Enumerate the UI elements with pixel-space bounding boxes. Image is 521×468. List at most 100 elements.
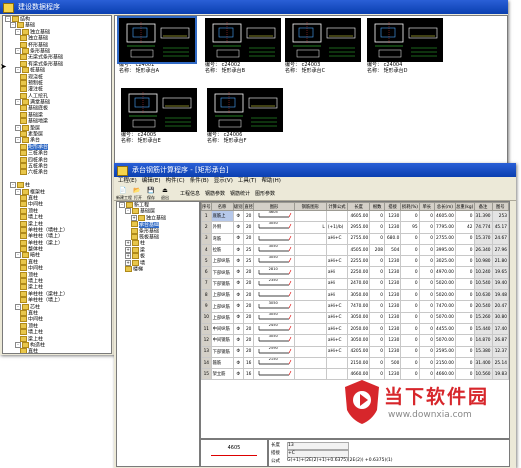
table-cell[interactable]: 8 bbox=[201, 289, 212, 302]
table-cell[interactable]: 0 bbox=[418, 277, 435, 291]
table-cell[interactable]: 0 bbox=[400, 300, 420, 313]
expand-icon[interactable]: + bbox=[125, 246, 131, 253]
table-cell[interactable]: 20.47 bbox=[491, 300, 509, 313]
table-row[interactable]: 8 上部纵筋 Φ 20 aHi 3050.00 0 1230 0 0 5020.00 0 10.630 1… bbox=[201, 289, 509, 302]
table-cell[interactable]: 3050.00 bbox=[347, 334, 371, 347]
table-cell[interactable]: 1230 bbox=[383, 289, 402, 302]
table-cell[interactable] bbox=[325, 209, 349, 223]
table-cell[interactable]: aHi+C bbox=[325, 255, 349, 268]
drawing-thumbnail[interactable]: 编号： c24001 名称： 矩形承台A bbox=[117, 16, 197, 74]
table-cell[interactable]: 74.774 bbox=[473, 221, 493, 234]
expand-icon[interactable]: + bbox=[131, 214, 137, 221]
collapse-icon[interactable]: - bbox=[15, 188, 21, 195]
table-row[interactable]: 7 下部钢筋 Φ 20 2350 aHi 2470.00 0 1230 0 0 5020.00 0 10.… bbox=[201, 277, 509, 291]
component-tree[interactable]: - 结构 - 基础 - 独立基础 独立基础 杯形基础 - 条形基础 无梁式条形基础 有梁式条形基础 - 桩… bbox=[2, 15, 112, 354]
expand-icon[interactable]: + bbox=[125, 240, 131, 247]
table-cell[interactable]: 0 bbox=[400, 311, 420, 324]
table-cell[interactable]: 0 bbox=[369, 255, 385, 268]
table-cell[interactable]: 19.65 bbox=[491, 266, 509, 279]
menu-item[interactable]: 构件(C) bbox=[166, 178, 185, 184]
project-tree[interactable]: - 新工程 - 基础层 + 独立基础 承台基础 条形基础 筏板基础 + 柱 + 梁 + 板 + 墙楼梯 bbox=[116, 201, 200, 467]
column-header[interactable]: 总重(kg) bbox=[454, 202, 475, 211]
table-cell[interactable] bbox=[293, 289, 327, 302]
table-cell[interactable]: 25 bbox=[242, 255, 255, 268]
collapse-icon[interactable]: - bbox=[15, 137, 21, 144]
table-cell[interactable]: 2810 bbox=[253, 266, 295, 279]
table-cell[interactable]: 1230 bbox=[383, 334, 402, 347]
table-cell[interactable]: 0 bbox=[369, 300, 385, 313]
table-cell[interactable]: 0 bbox=[454, 255, 475, 268]
table-cell[interactable]: 0 bbox=[418, 334, 435, 347]
drawing-thumbnail-panel[interactable]: 编号： c24001 名称： 矩形承台A 编号： c24002 名称： 矩形承台B 编号… bbox=[114, 15, 508, 167]
table-row[interactable]: 12 中间钢筋 Φ 20 3050 aHi+C 3050.00 0 1230 0 0 5070.00 0… bbox=[201, 334, 509, 347]
drawing-thumbnail[interactable]: 编号： c24003 名称： 矩形承台C bbox=[285, 18, 361, 74]
collapse-icon[interactable]: - bbox=[10, 22, 16, 29]
tab[interactable]: 图形参数 bbox=[255, 191, 275, 197]
table-cell[interactable]: 5070.00 bbox=[433, 311, 456, 324]
table-cell[interactable]: 2755.00 bbox=[347, 232, 371, 245]
table-cell[interactable]: 31.390 bbox=[473, 209, 493, 223]
tree-item[interactable]: 楼梯 bbox=[117, 265, 199, 272]
table-cell[interactable]: 0 bbox=[454, 322, 475, 336]
table-cell[interactable]: 20 bbox=[242, 334, 255, 347]
table-cell[interactable]: 16 bbox=[242, 368, 255, 381]
table-cell[interactable]: 12.37 bbox=[491, 345, 509, 358]
open-icon[interactable]: 📂 bbox=[132, 187, 142, 195]
column-header[interactable]: 长度 bbox=[347, 202, 371, 211]
table-cell[interactable]: 0 bbox=[400, 255, 420, 268]
table-cell[interactable] bbox=[293, 232, 327, 245]
calc-titlebar[interactable]: 承台钢筋计算程序 - [矩形承台] bbox=[114, 163, 516, 177]
table-cell[interactable]: 10.240 bbox=[473, 266, 493, 279]
table-cell[interactable]: 2955.00 bbox=[347, 221, 371, 234]
table-cell[interactable]: 4605.00 bbox=[347, 209, 371, 223]
table-cell[interactable]: 2150.00 bbox=[433, 356, 456, 370]
table-cell[interactable]: (+1)/b( bbox=[325, 221, 349, 234]
table-cell[interactable]: 0 bbox=[454, 300, 475, 313]
table-cell[interactable]: Φ bbox=[232, 232, 244, 245]
table-cell[interactable]: 1230 bbox=[383, 209, 402, 223]
table-cell[interactable]: 0 bbox=[454, 289, 475, 302]
table-cell[interactable]: 0 bbox=[418, 209, 435, 223]
table-cell[interactable] bbox=[253, 232, 295, 245]
table-cell[interactable]: 5020.00 bbox=[433, 289, 456, 302]
table-cell[interactable]: 0 bbox=[369, 209, 385, 223]
table-cell[interactable]: 15.370 bbox=[473, 232, 493, 245]
table-cell[interactable]: 3050 bbox=[253, 255, 295, 268]
table-row[interactable]: 9 上部纵筋 Φ 20 3050 aHi+C 7470.00 0 1230 0 0 7470.00 0 2… bbox=[201, 300, 509, 313]
table-cell[interactable]: 20 bbox=[242, 322, 255, 336]
table-cell[interactable]: 10.540 bbox=[473, 277, 493, 291]
table-cell[interactable]: 下部纵筋 bbox=[210, 266, 234, 279]
column-header[interactable]: 钢筋图形 bbox=[293, 202, 327, 211]
expand-icon[interactable]: + bbox=[125, 259, 131, 266]
table-cell[interactable]: 5070.00 bbox=[433, 334, 456, 347]
table-cell[interactable]: 0 bbox=[400, 289, 420, 302]
table-cell[interactable]: 0 bbox=[454, 277, 475, 291]
table-cell[interactable]: 0 bbox=[369, 221, 385, 234]
table-row[interactable]: 13 下部钢筋 Φ 20 2590 aHi+C 4205.00 0 1230 0 0 2595.00 0… bbox=[201, 345, 509, 358]
column-header[interactable]: 搭接 bbox=[383, 202, 402, 211]
table-cell[interactable]: 箍筋 bbox=[210, 356, 234, 370]
table-row[interactable]: 10 上部纵筋 Φ 20 3050 aHi+C 3050.00 0 1230 0 0 5070.00 0… bbox=[201, 311, 509, 324]
table-cell[interactable]: 20.540 bbox=[473, 300, 493, 313]
table-cell[interactable]: 2350 bbox=[253, 277, 295, 291]
table-cell[interactable]: 下部钢筋 bbox=[210, 277, 234, 291]
table-cell[interactable]: 3 bbox=[201, 232, 212, 245]
table-cell[interactable]: 0 bbox=[454, 209, 475, 223]
table-cell[interactable] bbox=[325, 243, 349, 257]
table-cell[interactable]: 17.40 bbox=[491, 322, 509, 336]
info-value-1[interactable]: 13 bbox=[287, 442, 349, 450]
table-cell[interactable]: 4605.00 bbox=[433, 209, 456, 223]
drawing-thumbnail[interactable]: 编号： c24006 名称： 矩形承台F bbox=[207, 88, 283, 144]
table-cell[interactable]: 15 bbox=[201, 368, 212, 381]
table-cell[interactable]: 2150.00 bbox=[347, 356, 371, 370]
table-cell[interactable]: 0 bbox=[418, 255, 435, 268]
table-cell[interactable]: 19.48 bbox=[491, 289, 509, 302]
table-cell[interactable]: 2590 bbox=[253, 345, 295, 358]
table-cell[interactable]: Φ bbox=[232, 221, 244, 234]
table-cell[interactable] bbox=[253, 368, 295, 381]
table-cell[interactable]: 27.96 bbox=[491, 243, 509, 257]
table-cell[interactable]: 11 bbox=[201, 322, 212, 336]
menu-item[interactable]: 帮助(H) bbox=[262, 178, 281, 184]
table-cell[interactable]: Φ bbox=[232, 368, 244, 381]
table-row[interactable]: 3 弯筋 Φ 20 aHi+C 2755.00 0 680.0 0 0 2755.00 0 15.370… bbox=[201, 232, 509, 245]
